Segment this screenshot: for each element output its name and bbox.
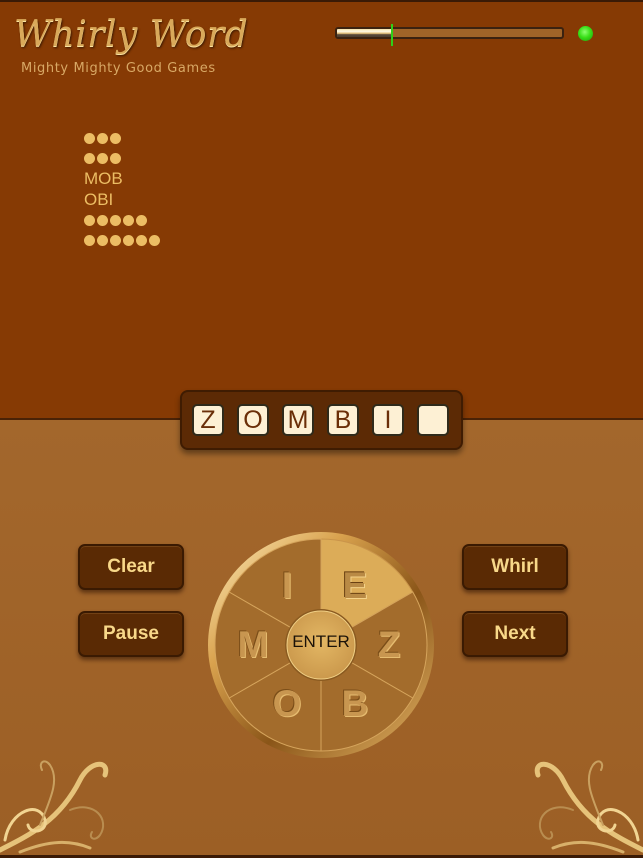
wheel-letter[interactable]: M bbox=[228, 620, 278, 670]
hidden-letter-dot bbox=[97, 153, 108, 165]
pause-button[interactable]: Pause bbox=[78, 611, 184, 657]
hidden-word bbox=[84, 128, 162, 149]
hidden-letter-dot bbox=[123, 235, 134, 247]
hidden-letter-dot bbox=[110, 214, 121, 226]
hidden-letter-dot bbox=[97, 132, 108, 144]
letter-tile[interactable]: Z bbox=[192, 404, 224, 436]
next-button[interactable]: Next bbox=[462, 611, 568, 657]
app-title: Whirly Word bbox=[14, 14, 249, 55]
hidden-letter-dot bbox=[123, 214, 134, 226]
hidden-word bbox=[84, 231, 162, 252]
hidden-letter-dot bbox=[110, 235, 121, 247]
wheel-letter[interactable]: Z bbox=[364, 620, 414, 670]
found-word: MOB bbox=[84, 169, 123, 189]
timer-progress-bar bbox=[335, 27, 564, 39]
wheel-letter[interactable]: E bbox=[330, 561, 380, 611]
app-subtitle: Mighty Mighty Good Games bbox=[21, 61, 216, 76]
letter-wheel: EZBOMI ENTER bbox=[206, 530, 436, 760]
hidden-letter-dot bbox=[110, 132, 121, 144]
hidden-letter-dot bbox=[84, 153, 95, 165]
hidden-letter-dot bbox=[136, 214, 147, 226]
empty-letter-tile[interactable] bbox=[417, 404, 449, 436]
hidden-word bbox=[84, 149, 162, 170]
decorative-flourish-right bbox=[534, 760, 643, 854]
hidden-letter-dot bbox=[84, 214, 95, 226]
whirl-button[interactable]: Whirl bbox=[462, 544, 568, 590]
hidden-letter-dot bbox=[110, 153, 121, 165]
enter-button[interactable]: ENTER bbox=[286, 607, 356, 677]
wheel-letter[interactable]: I bbox=[262, 561, 312, 611]
found-word: OBI bbox=[84, 189, 114, 209]
status-light-icon bbox=[578, 26, 593, 41]
hidden-letter-dot bbox=[97, 214, 108, 226]
wheel-letter[interactable]: O bbox=[262, 679, 312, 729]
current-word-tray: ZOMBI bbox=[180, 390, 463, 450]
decorative-flourish-left bbox=[0, 760, 109, 854]
hidden-letter-dot bbox=[149, 235, 160, 247]
wheel-letter[interactable]: B bbox=[330, 679, 380, 729]
letter-tile[interactable]: B bbox=[327, 404, 359, 436]
timer-progress-fill bbox=[337, 29, 394, 37]
letter-tile[interactable]: M bbox=[282, 404, 314, 436]
hidden-letter-dot bbox=[136, 235, 147, 247]
letter-tile[interactable]: O bbox=[237, 404, 269, 436]
hidden-letter-dot bbox=[84, 132, 95, 144]
hidden-word bbox=[84, 210, 162, 231]
hidden-letter-dot bbox=[97, 235, 108, 247]
hidden-letter-dot bbox=[84, 235, 95, 247]
timer-progress-marker bbox=[391, 24, 394, 46]
letter-tile[interactable]: I bbox=[372, 404, 404, 436]
word-list: MOB OBI bbox=[84, 128, 162, 251]
clear-button[interactable]: Clear bbox=[78, 544, 184, 590]
